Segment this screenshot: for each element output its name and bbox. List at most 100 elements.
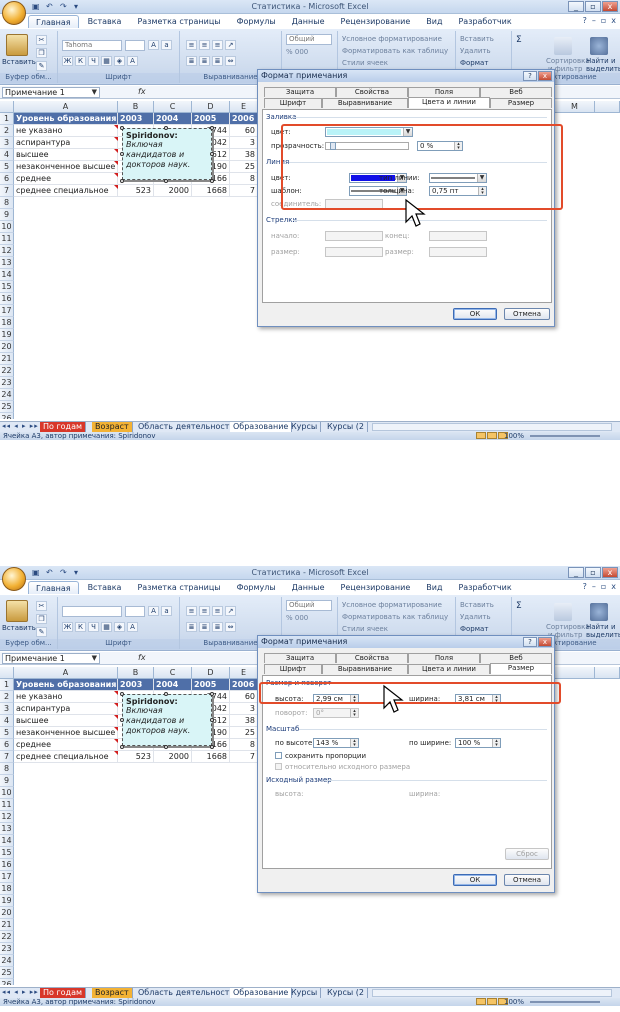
- sheet-tab[interactable]: Возраст: [92, 988, 133, 998]
- delete-cells-button[interactable]: Удалить: [460, 613, 491, 621]
- grow-font-icon[interactable]: A: [148, 606, 159, 616]
- table-cell[interactable]: не указано: [14, 125, 118, 137]
- tab-margins[interactable]: Поля: [408, 87, 480, 97]
- tab-view[interactable]: Вид: [419, 15, 449, 28]
- grow-font-icon[interactable]: A: [148, 40, 159, 50]
- resize-handle[interactable]: [210, 126, 214, 130]
- find-select-icon[interactable]: [590, 603, 608, 621]
- cell-header[interactable]: 2005: [192, 113, 230, 125]
- row-header[interactable]: 26: [0, 979, 14, 985]
- tab-formulas[interactable]: Формулы: [230, 15, 283, 28]
- align-left-icon[interactable]: ≣: [186, 56, 197, 66]
- resize-handle[interactable]: [164, 745, 168, 749]
- row-header[interactable]: 20: [0, 341, 14, 353]
- bold-icon[interactable]: Ж: [62, 56, 73, 66]
- name-box[interactable]: Примечание 1 ▼: [2, 87, 100, 98]
- tab-properties[interactable]: Свойства: [336, 87, 408, 97]
- tab-protection[interactable]: Защита: [264, 653, 336, 663]
- sheet-tab[interactable]: Курсы (2: [324, 988, 368, 998]
- resize-handle[interactable]: [210, 152, 214, 156]
- tab-review[interactable]: Рецензирование: [334, 581, 418, 594]
- italic-icon[interactable]: К: [75, 622, 86, 632]
- paste-label[interactable]: Вставить: [2, 624, 36, 632]
- tab-size[interactable]: Размер: [490, 98, 552, 108]
- table-cell[interactable]: 8: [230, 739, 258, 751]
- sheet-tab[interactable]: Курсы: [288, 422, 322, 432]
- row-header[interactable]: 4: [0, 149, 14, 161]
- sheet-tab[interactable]: Область деятельности: [135, 422, 239, 432]
- minimize-button[interactable]: _: [568, 1, 584, 12]
- table-cell[interactable]: 38: [230, 149, 258, 161]
- column-header[interactable]: D: [192, 101, 230, 113]
- close-icon[interactable]: x: [538, 637, 552, 647]
- resize-handle[interactable]: [120, 692, 124, 696]
- tab-alignment[interactable]: Выравнивание: [322, 98, 408, 108]
- horizontal-scrollbar[interactable]: [372, 989, 612, 997]
- sort-filter-icon[interactable]: [554, 603, 572, 621]
- row-header[interactable]: 9: [0, 775, 14, 787]
- sheet-tab[interactable]: Возраст: [92, 422, 133, 432]
- row-header[interactable]: 11: [0, 233, 14, 245]
- resize-handle[interactable]: [120, 745, 124, 749]
- font-color-icon[interactable]: A: [127, 56, 138, 66]
- cut-icon[interactable]: ✂: [36, 601, 47, 611]
- font-name-box[interactable]: [62, 606, 122, 617]
- italic-icon[interactable]: К: [75, 56, 86, 66]
- table-cell[interactable]: 8: [230, 173, 258, 185]
- cell-header[interactable]: 2004: [154, 679, 192, 691]
- tab-colors-lines[interactable]: Цвета и линии: [408, 664, 490, 674]
- row-header[interactable]: 13: [0, 257, 14, 269]
- row-header[interactable]: 22: [0, 931, 14, 943]
- table-cell[interactable]: 25: [230, 161, 258, 173]
- page-layout-icon[interactable]: [487, 998, 497, 1005]
- table-cell[interactable]: 3: [230, 137, 258, 149]
- resize-handle[interactable]: [210, 745, 214, 749]
- merge-icon[interactable]: ⇔: [225, 56, 236, 66]
- table-cell[interactable]: 2000: [154, 751, 192, 763]
- resize-handle[interactable]: [210, 179, 214, 183]
- font-size-box[interactable]: [125, 606, 145, 617]
- font-name-box[interactable]: Tahoma: [62, 40, 122, 51]
- row-header[interactable]: 6: [0, 173, 14, 185]
- fill-color-icon[interactable]: ◈: [114, 56, 125, 66]
- zoom-slider[interactable]: [530, 1001, 600, 1003]
- row-header[interactable]: 4: [0, 715, 14, 727]
- sheet-tab[interactable]: Курсы: [288, 988, 322, 998]
- fill-color-icon[interactable]: ◈: [114, 622, 125, 632]
- row-header[interactable]: 18: [0, 883, 14, 895]
- sort-label[interactable]: Сортировка: [546, 623, 590, 631]
- cell-header[interactable]: Уровень образования: [14, 679, 118, 691]
- tab-page-layout[interactable]: Разметка страницы: [130, 15, 227, 28]
- paste-label[interactable]: Вставить: [2, 58, 36, 66]
- tab-developer[interactable]: Разработчик: [451, 15, 518, 28]
- paste-icon[interactable]: [6, 34, 28, 56]
- cell-header[interactable]: 2004: [154, 113, 192, 125]
- tab-properties[interactable]: Свойства: [336, 653, 408, 663]
- format-as-table-button[interactable]: Форматировать как таблицу: [342, 613, 448, 621]
- fx-icon[interactable]: fx: [138, 653, 146, 662]
- table-cell[interactable]: 2000: [154, 185, 192, 197]
- align-middle-icon[interactable]: ≡: [199, 40, 210, 50]
- help-icon[interactable]: ?: [583, 582, 587, 591]
- resize-handle[interactable]: [164, 692, 168, 696]
- column-header[interactable]: E: [230, 667, 258, 679]
- chevron-down-icon[interactable]: ▼: [92, 88, 97, 97]
- align-bottom-icon[interactable]: ≡: [212, 40, 223, 50]
- row-header[interactable]: 9: [0, 209, 14, 221]
- row-header[interactable]: 14: [0, 269, 14, 281]
- cancel-button[interactable]: Отмена: [504, 874, 550, 886]
- insert-cells-button[interactable]: Вставить: [460, 601, 494, 609]
- table-cell[interactable]: среднее специальное: [14, 751, 118, 763]
- format-painter-icon[interactable]: ✎: [36, 627, 47, 637]
- table-cell[interactable]: высшее: [14, 149, 118, 161]
- table-cell[interactable]: 3: [230, 703, 258, 715]
- row-header[interactable]: 25: [0, 401, 14, 413]
- row-header[interactable]: 10: [0, 787, 14, 799]
- zoom-slider[interactable]: [530, 435, 600, 437]
- sort-filter-icon[interactable]: [554, 37, 572, 55]
- row-header[interactable]: 7: [0, 751, 14, 763]
- tab-home[interactable]: Главная: [28, 15, 79, 28]
- row-header[interactable]: 25: [0, 967, 14, 979]
- office-button[interactable]: [2, 567, 26, 591]
- insert-cells-button[interactable]: Вставить: [460, 35, 494, 43]
